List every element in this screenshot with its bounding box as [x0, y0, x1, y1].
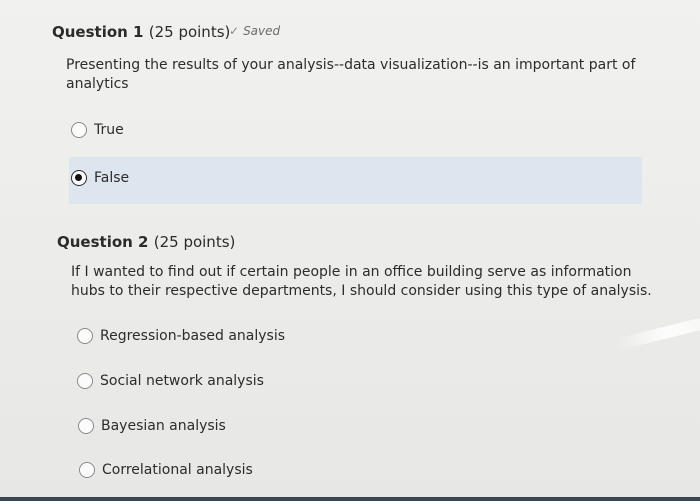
question-1-points: (25 points): [148, 23, 231, 41]
radio-button[interactable]: [77, 328, 93, 344]
q2-option-social-network-label: Social network analysis: [100, 373, 264, 389]
question-2-prompt-line-2: hubs to their respective departments, I …: [71, 283, 652, 299]
question-1-title: Question 1 (25 points): [52, 23, 230, 41]
q1-option-false[interactable]: False: [71, 170, 129, 186]
question-1-label: Question 1: [52, 23, 144, 41]
q2-option-social-network[interactable]: Social network analysis: [77, 373, 264, 389]
radio-button[interactable]: [78, 418, 94, 434]
checkmark-icon: ✓: [229, 24, 240, 38]
question-1-prompt-line-1: Presenting the results of your analysis-…: [66, 57, 636, 73]
q2-option-correlational-label: Correlational analysis: [102, 462, 253, 478]
screen-bottom-edge: [0, 497, 700, 501]
q2-option-bayesian-label: Bayesian analysis: [101, 418, 226, 434]
q1-option-true-label: True: [94, 122, 124, 138]
selected-answer-highlight: [69, 157, 642, 204]
question-2-label: Question 2: [57, 233, 149, 251]
radio-button[interactable]: [71, 122, 87, 138]
q1-option-false-label: False: [94, 170, 130, 186]
question-1-prompt: Presenting the results of your analysis-…: [66, 56, 635, 94]
question-2-prompt: If I wanted to find out if certain peopl…: [71, 263, 652, 301]
q2-option-regression[interactable]: Regression-based analysis: [77, 328, 285, 344]
saved-label: Saved: [243, 24, 281, 38]
screen-glare: [614, 317, 700, 351]
q2-option-bayesian[interactable]: Bayesian analysis: [78, 418, 226, 434]
q2-option-regression-label: Regression-based analysis: [100, 328, 286, 344]
question-1-prompt-line-2: analytics: [66, 76, 129, 92]
question-2-prompt-line-1: If I wanted to find out if certain peopl…: [71, 264, 632, 280]
radio-button-selected[interactable]: [71, 170, 87, 186]
saved-status: ✓ Saved: [229, 24, 280, 38]
q2-option-correlational[interactable]: Correlational analysis: [79, 462, 253, 478]
q1-option-true[interactable]: True: [71, 122, 124, 138]
question-2-points: (25 points): [153, 233, 236, 251]
radio-button[interactable]: [77, 373, 93, 389]
question-2-title: Question 2 (25 points): [57, 233, 235, 251]
radio-button[interactable]: [79, 462, 95, 478]
